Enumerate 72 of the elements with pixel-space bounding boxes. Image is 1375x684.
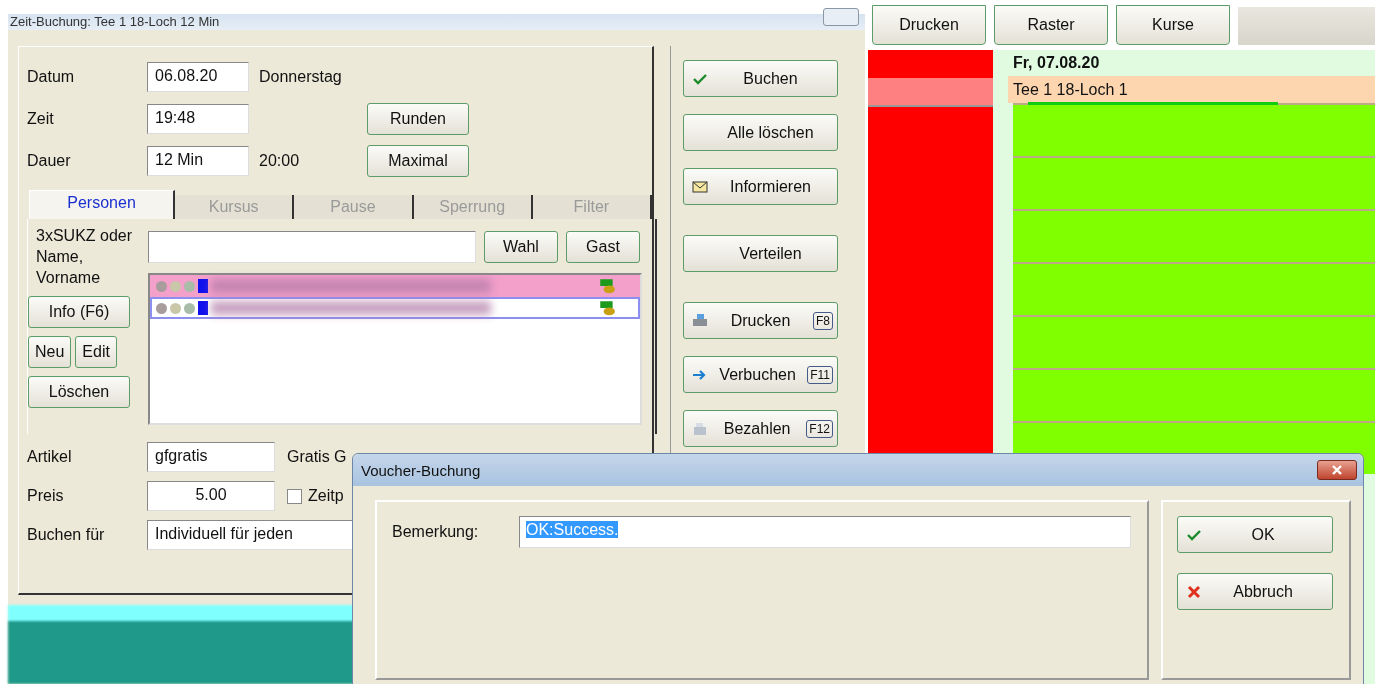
search-button[interactable]: Wahl (484, 231, 558, 263)
edit-button[interactable]: Edit (75, 336, 117, 368)
dialog-title: Voucher-Buchung (361, 461, 481, 479)
info-icon (198, 301, 208, 315)
action-button[interactable]: Drucken F8 (683, 302, 838, 339)
field-note: Donnerstag (258, 68, 343, 86)
window-button-icon[interactable] (823, 8, 859, 26)
action-button[interactable]: Alle löschen (683, 114, 838, 151)
checkbox-label: Zeitp (307, 487, 344, 505)
field-note: 20:00 (258, 152, 301, 170)
shortcut-key: F8 (813, 311, 833, 330)
search-field[interactable] (148, 231, 476, 263)
info-icon (198, 279, 208, 293)
status-dot-icon (170, 302, 181, 314)
cross-icon (1186, 583, 1202, 600)
person-row[interactable] (150, 297, 640, 319)
selected-text: OK:Success. (526, 521, 619, 538)
toolbar-button[interactable]: Kurse (1116, 5, 1230, 45)
text-field[interactable]: 06.08.20 (147, 62, 249, 92)
action-button[interactable]: Verteilen (683, 235, 838, 272)
field-label: Preis (27, 487, 65, 505)
time-slot[interactable] (1013, 103, 1375, 156)
toolbar-button[interactable]: Drucken (872, 5, 986, 45)
close-button[interactable] (1317, 460, 1357, 480)
time-slot[interactable] (1013, 262, 1375, 315)
field-label: Datum (27, 68, 76, 86)
money-icon (598, 299, 616, 317)
status-dot-icon (156, 302, 167, 314)
status-dot-icon (170, 280, 181, 292)
toolbar-button[interactable]: Raster (994, 5, 1108, 45)
article-description: Gratis G (286, 448, 347, 466)
text-field[interactable]: 12 Min (147, 146, 249, 176)
person-row[interactable] (150, 275, 640, 297)
time-slot[interactable] (1013, 156, 1375, 209)
resource-header: Tee 1 18-Loch 1 (1008, 76, 1375, 103)
shortcut-key: F11 (807, 365, 833, 384)
dialog-button[interactable]: Abbruch (1177, 573, 1333, 610)
search-button[interactable]: Gast (566, 231, 640, 263)
action-button[interactable]: Verbuchen F11 (683, 356, 838, 393)
price-field[interactable]: 5.00 (147, 481, 275, 511)
date-header: Fr, 07.08.20 (1012, 53, 1101, 73)
envelope-icon (692, 178, 708, 195)
form-button[interactable]: Runden (367, 103, 469, 135)
action-button[interactable]: Bezahlen F12 (683, 410, 838, 447)
close-icon (1331, 464, 1343, 476)
status-dot-icon (156, 280, 167, 292)
dialog-button[interactable]: OK (1177, 516, 1333, 553)
time-slot[interactable] (1013, 315, 1375, 368)
field-label: Bemerkung: (392, 523, 480, 541)
status-dot-icon (184, 280, 195, 292)
checkbox[interactable] (287, 488, 302, 504)
delete-button[interactable]: Löschen (28, 376, 130, 408)
field-label: Dauer (27, 152, 72, 170)
window-title: Zeit-Buchung: Tee 1 18-Loch 12 Min (8, 14, 865, 30)
printer-icon (692, 312, 708, 329)
edit-button[interactable]: Neu (28, 336, 72, 368)
status-dot-icon (184, 302, 195, 314)
cash-register-icon (692, 420, 708, 437)
tab[interactable]: Personen (29, 190, 176, 219)
action-button[interactable]: Buchen (683, 60, 838, 97)
search-label: 3xSUKZ oder Name, Vorname (35, 226, 134, 288)
form-button[interactable]: Maximal (367, 145, 469, 177)
field-label: Artikel (27, 448, 73, 466)
shortcut-key: F12 (806, 419, 833, 438)
field-label: Zeit (27, 110, 55, 128)
field-label: Buchen für (27, 526, 106, 544)
action-button[interactable]: Informieren (683, 168, 838, 205)
info-button[interactable]: Info (F6) (28, 296, 130, 328)
text-field[interactable]: 19:48 (147, 104, 249, 134)
text-field[interactable]: gfgratis (147, 442, 275, 472)
money-icon (598, 277, 616, 295)
time-slot[interactable] (1013, 368, 1375, 421)
